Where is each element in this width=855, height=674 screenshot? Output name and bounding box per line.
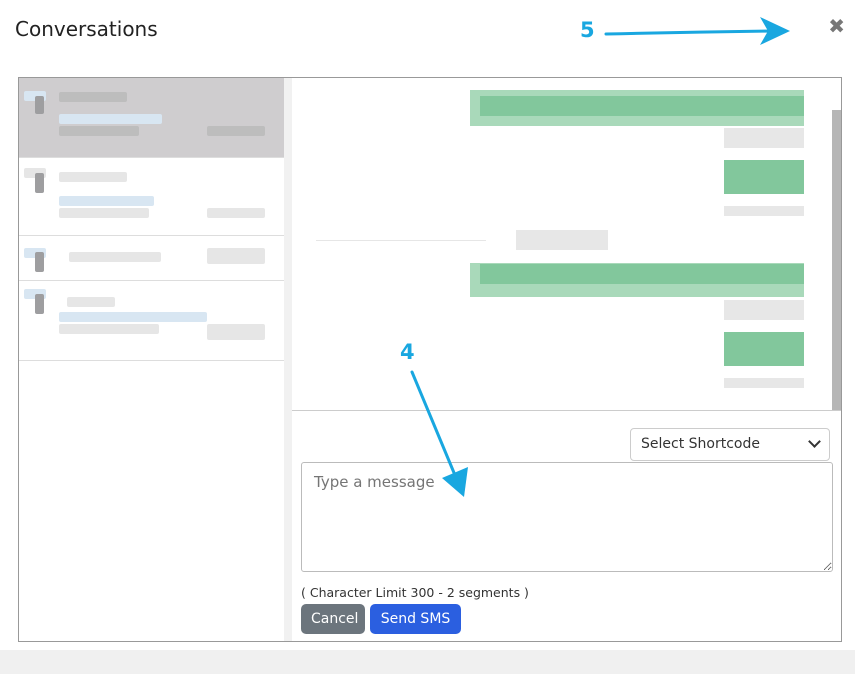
shortcode-select[interactable]: Select Shortcode	[630, 428, 830, 461]
message-meta	[724, 206, 804, 216]
shortcode-select-value: Select Shortcode	[641, 436, 760, 452]
modal-title: Conversations	[15, 17, 158, 41]
annotation-label-5: 5	[580, 18, 595, 42]
conversation-list	[19, 78, 285, 361]
cancel-button[interactable]: Cancel	[301, 604, 365, 634]
message-bubble	[724, 160, 804, 194]
chevron-down-icon	[808, 435, 821, 448]
message-input[interactable]	[301, 462, 833, 572]
message-meta	[724, 378, 804, 388]
annotation-label-4: 4	[400, 340, 415, 364]
list-item[interactable]	[19, 236, 284, 281]
list-item[interactable]	[19, 78, 284, 158]
message-bubble	[480, 264, 804, 284]
thread-scrollbar[interactable]	[832, 110, 841, 410]
date-separator	[316, 240, 486, 241]
message-bubble	[724, 332, 804, 366]
list-item[interactable]	[19, 281, 284, 360]
character-limit-text: ( Character Limit 300 - 2 segments )	[301, 585, 529, 600]
message-bubble	[480, 96, 804, 116]
conversations-modal: Conversations ✖ Select Shortcode Type a …	[0, 0, 855, 674]
modal-header: Conversations ✖	[0, 0, 855, 62]
message-thread	[292, 78, 841, 411]
message-composer: Select Shortcode ( Character Limit 300 -…	[292, 411, 841, 641]
close-icon[interactable]: ✖	[828, 16, 845, 36]
send-sms-button[interactable]: Send SMS	[370, 604, 461, 634]
conversation-panel: Select Shortcode ( Character Limit 300 -…	[18, 77, 842, 642]
panel-divider	[284, 78, 292, 641]
modal-footer-shadow	[0, 650, 855, 674]
list-item[interactable]	[19, 158, 284, 236]
date-label	[516, 230, 608, 250]
message-meta	[724, 128, 804, 148]
message-meta	[724, 300, 804, 320]
